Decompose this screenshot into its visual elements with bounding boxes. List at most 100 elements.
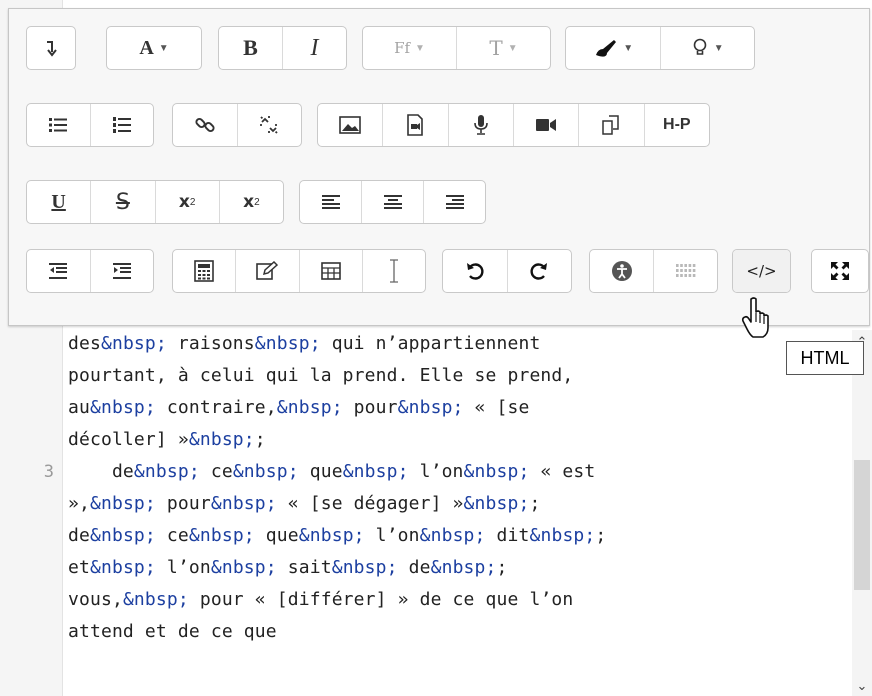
align-center-button[interactable] [362,181,424,223]
fullscreen-icon [830,261,850,281]
font-family-icon: Ff [394,39,410,57]
superscript-digit: 2 [254,196,260,208]
italic-label: I [310,34,319,61]
bold-italic-group: BI [218,26,347,70]
accessibility-checker-button[interactable] [590,250,654,292]
superscript-icon: x2 [243,192,260,212]
fullscreen-button[interactable] [812,250,868,292]
media-file-icon [406,114,424,136]
html-entity-token: &nbsp; [430,557,497,578]
underline-icon: U [51,191,65,214]
record-audio-button[interactable] [449,104,514,146]
font-color-group: A ▼ [106,26,202,70]
html-entity-token: &nbsp; [232,461,299,482]
code-text-token: l’on [364,525,420,546]
align-left-button[interactable] [300,181,362,223]
bullet-list-button[interactable] [27,104,91,146]
manage-files-button[interactable] [579,104,645,146]
screenreader-helper-button[interactable] [654,250,717,292]
html-entity-token: &nbsp; [298,525,365,546]
align-right-button[interactable] [424,181,485,223]
font-family-button[interactable]: Ff ▼ [363,27,457,69]
outdent-icon [48,262,68,280]
outdent-button[interactable] [27,250,91,292]
code-text-token: des [68,333,101,354]
text-cursor-button[interactable] [363,250,425,292]
bold-button[interactable]: B [219,27,283,69]
code-text-token: ce [155,525,189,546]
code-line: »,&nbsp; pour&nbsp; « [se dégager] »&nbs… [68,488,540,520]
h5p-icon: H-P [663,116,691,134]
scroll-down-icon[interactable]: ⌄ [853,679,871,692]
dropdown-caret-icon: ▼ [507,42,518,54]
link-button[interactable] [173,104,238,146]
code-text-token: pourtant, à celui qui la prend. Elle se … [68,365,574,386]
h5p-button[interactable]: H-P [645,104,709,146]
html-entity-token: &nbsp; [100,333,167,354]
html-entity-token: &nbsp; [342,461,409,482]
code-label: </> [746,262,777,280]
fullscreen-group [811,249,869,293]
html-entity-token: &nbsp; [89,525,156,546]
code-text-token: raisons [166,333,255,354]
font-group: Ff ▼ T ▼ [362,26,551,70]
code-line: et&nbsp; l’on&nbsp; sait&nbsp; de&nbsp;; [68,552,508,584]
image-button[interactable] [318,104,384,146]
code-text-token: ; [496,557,508,578]
strikethrough-icon: S [116,190,130,215]
indent-icon [112,262,132,280]
scrollbar-thumb[interactable] [854,460,870,590]
code-text-token: contraire, [155,397,277,418]
underline-button[interactable]: U [27,181,92,223]
undo-icon [465,261,485,281]
numbered-list-icon [112,115,132,135]
record-video-button[interactable] [514,104,580,146]
html-button[interactable]: </> [733,250,790,292]
superscript-label: x [243,192,255,212]
html-entity-token: &nbsp; [397,397,464,418]
code-text-token: au [68,397,90,418]
color-group: ▼ ▼ [565,26,755,70]
subscript-digit: 2 [189,196,196,208]
strikethrough-button[interactable]: S [91,181,156,223]
html-entity-token: &nbsp; [276,397,343,418]
edit-button[interactable] [236,250,300,292]
numbered-list-button[interactable] [91,104,154,146]
table-icon [320,262,341,280]
calculator-icon [194,260,214,282]
code-text-token: ; [595,525,607,546]
bold-icon: B [243,35,258,61]
underline-label: U [51,190,66,213]
html-tooltip: HTML [786,341,864,375]
highlight-button[interactable]: ▼ [661,27,755,69]
code-line: de&nbsp; ce&nbsp; que&nbsp; l’on&nbsp; «… [68,456,595,488]
italic-button[interactable]: I [283,27,346,69]
collapse-toolbar-button[interactable] [27,27,75,69]
code-text-token: sait [276,557,332,578]
code-text-token: ; [529,493,541,514]
html-entity-token: &nbsp; [89,493,156,514]
code-text-token: qui n’appartiennent [320,333,552,354]
html-entity-token: &nbsp; [89,397,156,418]
code-text-token: que [254,525,299,546]
superscript-button[interactable]: x2 [220,181,283,223]
align-left-icon [321,193,341,211]
brush-color-button[interactable]: ▼ [566,27,661,69]
font-size-button[interactable]: T ▼ [457,27,550,69]
font-color-button[interactable]: A ▼ [107,27,201,69]
code-line: de&nbsp; ce&nbsp; que&nbsp; l’on&nbsp; d… [68,520,606,552]
table-button[interactable] [300,250,363,292]
media-button[interactable] [383,104,449,146]
equation-button[interactable] [173,250,237,292]
font-color-label: A [139,36,154,59]
subscript-button[interactable]: x2 [156,181,220,223]
code-text-token: ; [254,429,266,450]
code-line: décoller] »&nbsp;; [68,424,266,456]
undo-button[interactable] [443,250,508,292]
redo-button[interactable] [508,250,572,292]
html-entity-token: &nbsp; [254,333,321,354]
html-entity-token: &nbsp; [419,525,486,546]
unlink-button[interactable] [238,104,302,146]
code-text-token: de [397,557,431,578]
indent-button[interactable] [91,250,154,292]
